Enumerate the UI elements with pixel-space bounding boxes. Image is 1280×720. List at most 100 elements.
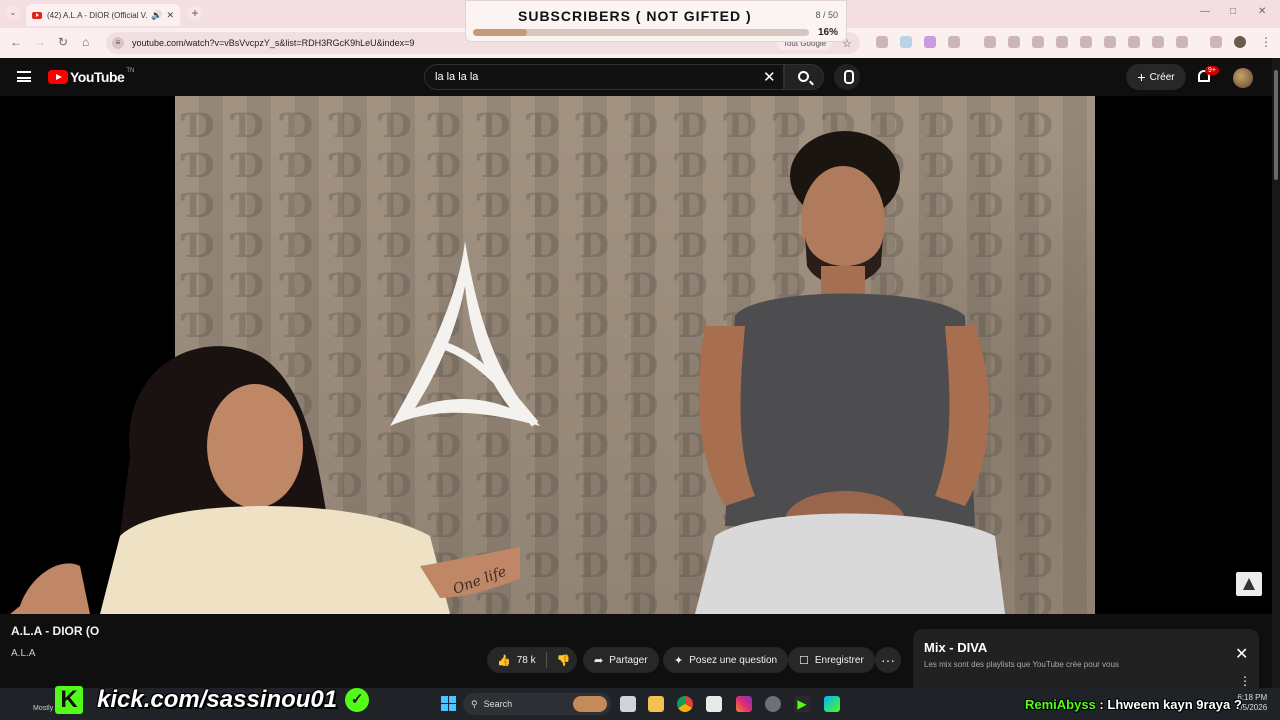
- close-window-icon[interactable]: ✕: [1258, 6, 1266, 17]
- search-input[interactable]: la la la la: [424, 64, 784, 90]
- chrome-icon[interactable]: [677, 696, 693, 712]
- mix-menu-icon[interactable]: ⋮: [1239, 674, 1251, 688]
- video-player[interactable]: Ɗ Ɗ Ɗ Ɗ Ɗ Ɗ Ɗ Ɗ Ɗ Ɗ Ɗ Ɗ Ɗ Ɗ Ɗ Ɗ Ɗ ƊƊ Ɗ Ɗ…: [0, 96, 1272, 626]
- address-url: youtube.com/watch?v=vBsVvcpzY_s&list=RDH…: [132, 38, 415, 48]
- chat-username: RemiAbyss: [1025, 697, 1096, 712]
- taskbar-search-box[interactable]: ⚲ Search: [463, 693, 611, 715]
- save-label: Enregistrer: [814, 654, 864, 666]
- mix-title[interactable]: Mix - DIVA: [924, 640, 987, 655]
- dislike-icon[interactable]: 👎: [557, 654, 571, 667]
- instagram-icon[interactable]: [736, 696, 752, 712]
- share-icon: ➦: [594, 654, 604, 667]
- share-label: Partager: [609, 654, 648, 666]
- save-button[interactable]: ☐ Enregistrer: [788, 647, 875, 673]
- tab-audio-icon[interactable]: 🔊: [151, 10, 162, 21]
- tab-close-icon[interactable]: ✕: [166, 10, 174, 21]
- browser-tab-youtube[interactable]: (42) A.L.A - DIOR (Official V... 🔊 ✕: [26, 4, 180, 26]
- ask-question-label: Posez une question: [689, 654, 778, 666]
- video-title: A.L.A - DIOR (O: [11, 624, 100, 638]
- kick-channel-overlay: K kick.com/sassinou01 ✓: [55, 686, 370, 714]
- subscriber-goal-percent: 16%: [817, 27, 838, 38]
- youtube-country-code: TN: [126, 68, 135, 74]
- subscriber-goal-title: SUBSCRIBERS ( NOT GIFTED ): [518, 8, 752, 24]
- like-dislike-group: 👍 78 k 👎: [487, 647, 577, 673]
- youtube-wordmark: YouTube: [70, 69, 125, 85]
- youtube-logo[interactable]: YouTube TN: [48, 68, 135, 85]
- voice-search-icon[interactable]: [834, 64, 860, 90]
- weather-widget[interactable]: Mostly: [33, 705, 53, 712]
- page-scrollbar[interactable]: [1272, 58, 1280, 688]
- create-label: Créer: [1149, 71, 1175, 83]
- toolbar-icon[interactable]: [1104, 36, 1116, 48]
- profile-avatar[interactable]: [1234, 36, 1246, 48]
- subscriber-goal-progress-fill: [473, 29, 527, 36]
- extension-icon[interactable]: [900, 36, 912, 48]
- taskbar-search-placeholder: Search: [483, 699, 513, 709]
- youtube-masthead: YouTube TN la la la la ✕ + Créer 9+: [0, 58, 1272, 96]
- subscriber-goal-count: 8 / 50: [815, 10, 838, 20]
- new-tab-button[interactable]: +: [188, 6, 202, 20]
- account-avatar[interactable]: [1233, 68, 1253, 88]
- subscriber-goal-progress-bar: [473, 29, 809, 36]
- toolbar-icon[interactable]: [1008, 36, 1020, 48]
- tab-title: (42) A.L.A - DIOR (Official V...: [47, 10, 148, 20]
- app-icon[interactable]: [765, 696, 781, 712]
- reload-icon[interactable]: ↻: [58, 35, 68, 49]
- media-app-icon[interactable]: ▶: [794, 696, 810, 712]
- extension-icon[interactable]: [876, 36, 888, 48]
- search-query: la la la la: [435, 71, 479, 83]
- subscriber-goal-widget: SUBSCRIBERS ( NOT GIFTED ) 8 / 50 16%: [465, 0, 847, 42]
- like-count[interactable]: 78 k: [517, 655, 536, 666]
- app-icon[interactable]: [824, 696, 840, 712]
- more-actions-label: ···: [881, 652, 895, 668]
- tab-search-chevron-icon[interactable]: ⌄: [6, 6, 20, 20]
- forward-icon[interactable]: →: [34, 35, 46, 49]
- kick-url: kick.com/sassinou01: [97, 686, 338, 713]
- scrollbar-thumb[interactable]: [1274, 70, 1278, 180]
- more-actions-button[interactable]: ···: [875, 647, 901, 673]
- clear-search-icon[interactable]: ✕: [763, 68, 776, 86]
- plus-icon: +: [1137, 69, 1146, 85]
- minimize-icon[interactable]: —: [1200, 6, 1210, 17]
- chat-message-text: Lhweem kayn 9raya ?: [1107, 697, 1242, 712]
- extension-icon[interactable]: [924, 36, 936, 48]
- channel-watermark-icon[interactable]: [1236, 572, 1262, 596]
- windows-start-icon[interactable]: [441, 696, 456, 711]
- toolbar-icon[interactable]: [1152, 36, 1164, 48]
- maximize-icon[interactable]: □: [1230, 6, 1236, 17]
- location-icon[interactable]: [1056, 36, 1068, 48]
- channel-name[interactable]: A.L.A: [11, 648, 35, 659]
- bookmark-icon: ☐: [799, 654, 809, 667]
- youtube-play-icon: [48, 70, 68, 84]
- share-button[interactable]: ➦ Partager: [583, 647, 659, 673]
- search-highlight-image: [573, 696, 607, 712]
- like-icon[interactable]: 👍: [497, 654, 511, 667]
- verified-check-icon: ✓: [345, 688, 370, 712]
- taskbar-search-icon: ⚲: [471, 698, 478, 709]
- site-info-icon[interactable]: ≡: [112, 37, 124, 49]
- chat-separator: :: [1095, 697, 1108, 712]
- toolbar-icon[interactable]: [1176, 36, 1188, 48]
- close-mix-icon[interactable]: ✕: [1235, 644, 1248, 664]
- toolbar-icon[interactable]: [1032, 36, 1044, 48]
- toolbar-icon[interactable]: [1210, 36, 1222, 48]
- search-button[interactable]: [784, 64, 824, 90]
- ask-question-button[interactable]: ✦ Posez une question: [663, 647, 789, 673]
- chat-message-overlay: RemiAbyss : Lhweem kayn 9raya ?: [1025, 697, 1242, 712]
- browser-menu-icon[interactable]: ⋮: [1260, 35, 1272, 49]
- favorites-icon[interactable]: [1080, 36, 1092, 48]
- file-explorer-icon[interactable]: [648, 696, 664, 712]
- extensions-puzzle-icon[interactable]: [948, 36, 960, 48]
- search-icon: [798, 71, 809, 82]
- sparkle-icon: ✦: [674, 654, 684, 667]
- store-icon[interactable]: [706, 696, 722, 712]
- task-view-icon[interactable]: [620, 696, 636, 712]
- guide-menu-icon[interactable]: [17, 71, 31, 82]
- create-button[interactable]: + Créer: [1126, 64, 1186, 90]
- toolbar-icon[interactable]: [984, 36, 996, 48]
- like-divider: [545, 652, 547, 668]
- home-icon[interactable]: ⌂: [82, 35, 89, 49]
- history-icon[interactable]: [1128, 36, 1140, 48]
- back-icon[interactable]: ←: [10, 35, 22, 49]
- mix-playlist-panel: Mix - DIVA Les mix sont des playlists qu…: [913, 629, 1259, 689]
